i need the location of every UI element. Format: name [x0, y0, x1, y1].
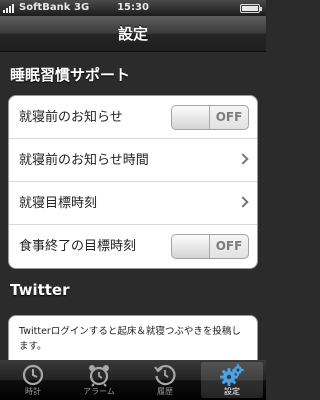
- row-bedtime-reminder[interactable]: 就寝前のお知らせ OFF: [9, 96, 257, 139]
- row-label: 就寝前のお知らせ時間: [19, 153, 149, 168]
- toggle-state: OFF: [215, 239, 243, 253]
- clock-icon: [22, 364, 44, 386]
- meal-end-target-toggle[interactable]: OFF: [171, 234, 249, 259]
- tab-clock[interactable]: 時計: [2, 362, 64, 398]
- settings-content[interactable]: 睡眠習慣サポート 就寝前のお知らせ OFF 就寝前のお知らせ時間 就寝目標時刻 …: [0, 53, 266, 360]
- status-bar: SoftBank 3G 15:30: [0, 0, 266, 16]
- bedtime-reminder-toggle[interactable]: OFF: [171, 105, 249, 130]
- section-header-sleep: 睡眠習慣サポート: [10, 66, 131, 84]
- tab-label: 設定: [224, 387, 240, 396]
- row-target-bedtime[interactable]: 就寝目標時刻: [9, 182, 257, 225]
- chevron-right-icon: [237, 153, 249, 165]
- row-label: 就寝目標時刻: [19, 196, 98, 211]
- tab-settings[interactable]: 設定: [201, 362, 263, 398]
- navigation-bar: 設定: [0, 16, 266, 52]
- tab-label: アラーム: [83, 387, 115, 396]
- tab-label: 時計: [25, 387, 41, 396]
- twitter-note: Twitterログインすると起床＆就寝つぶやきを投稿します。: [8, 315, 258, 360]
- battery-icon: [240, 4, 262, 13]
- history-icon: [154, 364, 176, 386]
- gear-icon: [220, 364, 244, 386]
- status-time: 15:30: [117, 2, 149, 13]
- toggle-knob: [172, 235, 210, 258]
- tab-bar: 時計 アラーム 履歴 設定: [0, 360, 266, 400]
- page-title: 設定: [117, 25, 148, 43]
- sleep-settings-group: 就寝前のお知らせ OFF 就寝前のお知らせ時間 就寝目標時刻 食事終了の目標時刻…: [8, 95, 258, 269]
- tab-alarm[interactable]: アラーム: [68, 362, 130, 398]
- row-meal-end-target[interactable]: 食事終了の目標時刻 OFF: [9, 225, 257, 268]
- row-label: 食事終了の目標時刻: [19, 239, 137, 254]
- toggle-state: OFF: [215, 110, 243, 124]
- alarm-icon: [89, 365, 109, 387]
- row-label: 就寝前のお知らせ: [19, 110, 123, 125]
- toggle-knob: [172, 106, 210, 129]
- chevron-right-icon: [237, 196, 249, 208]
- section-header-twitter: Twitter: [10, 281, 70, 299]
- tab-history[interactable]: 履歴: [134, 362, 196, 398]
- tab-label: 履歴: [157, 387, 173, 396]
- row-bedtime-reminder-time[interactable]: 就寝前のお知らせ時間: [9, 139, 257, 182]
